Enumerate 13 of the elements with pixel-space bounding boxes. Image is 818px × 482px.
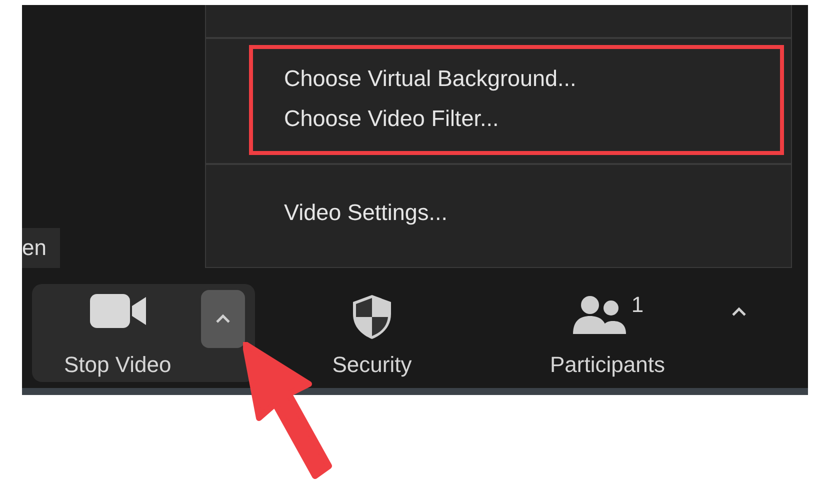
participant-count: 1 <box>631 292 644 318</box>
menu-item[interactable]: Choose Video Filter... <box>284 99 780 139</box>
shield-icon <box>352 294 392 340</box>
people-icon <box>571 294 628 334</box>
caret-button[interactable] <box>201 290 246 348</box>
name-label: en <box>22 228 60 268</box>
caret-icon <box>731 307 748 317</box>
caret-icon <box>215 314 232 324</box>
security-button[interactable]: Security <box>312 290 432 378</box>
menu-item[interactable]: Choose Virtual Background... <box>284 59 780 99</box>
participants-button[interactable]: 1 Participants <box>530 290 685 378</box>
video-camera-icon <box>90 294 146 328</box>
menu-item[interactable]: Video Settings... <box>284 193 780 233</box>
